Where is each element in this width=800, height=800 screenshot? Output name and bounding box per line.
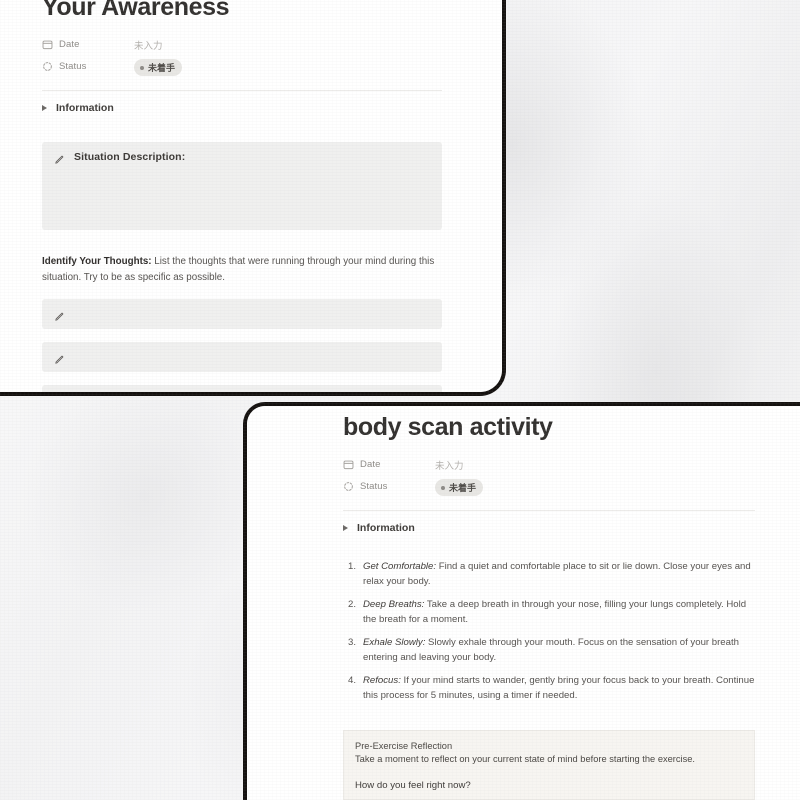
property-name-date: Date: [59, 39, 80, 50]
window-content-area: body scan activity Date 未入力 Status 未着手 I…: [247, 406, 800, 800]
loader-icon: [343, 481, 354, 492]
list-item-term: Refocus:: [363, 675, 401, 687]
window-body-scan-activity[interactable]: body scan activity Date 未入力 Status 未着手 I…: [243, 402, 800, 800]
list-item-text: Refocus: If your mind starts to wander, …: [363, 674, 755, 703]
property-value-date[interactable]: 未入力: [435, 458, 464, 472]
property-name-date: Date: [360, 459, 381, 470]
table-header-title: Pre-Exercise Reflection: [355, 740, 453, 751]
property-row-status[interactable]: Status 未着手: [42, 56, 442, 77]
situation-description-label: Situation Description:: [74, 151, 186, 163]
calendar-icon: [42, 39, 53, 50]
page-body-scan-activity: body scan activity Date 未入力 Status 未着手 I…: [343, 414, 755, 800]
pencil-icon: [54, 152, 65, 164]
thought-input-2[interactable]: [42, 341, 442, 372]
desktop-wallpaper: Your Awareness Date 未入力 Status 未着手 Infor…: [0, 0, 800, 800]
thought-input-1[interactable]: [42, 298, 442, 329]
toggle-information[interactable]: Information: [343, 522, 755, 534]
table-header-question: How do you feel right now?: [355, 779, 471, 791]
status-badge[interactable]: 未着手: [435, 477, 484, 497]
property-row-status[interactable]: Status 未着手: [343, 476, 755, 497]
window-your-awareness[interactable]: Your Awareness Date 未入力 Status 未着手 Infor…: [0, 0, 506, 396]
list-item: 2. Deep Breaths: Take a deep breath in t…: [343, 598, 755, 627]
list-item-number: 4.: [347, 675, 356, 687]
loader-icon: [42, 61, 53, 72]
status-badge-label: 未着手: [148, 63, 176, 74]
property-label-status: Status: [343, 481, 435, 492]
pre-exercise-reflection-table: Pre-Exercise Reflection Take a moment to…: [343, 729, 755, 800]
status-badge-label: 未着手: [449, 483, 477, 494]
identify-thoughts-paragraph: Identify Your Thoughts: List the thought…: [42, 254, 442, 286]
list-item-term: Deep Breaths:: [363, 599, 425, 611]
instruction-list: 1. Get Comfortable: Find a quiet and com…: [343, 560, 755, 704]
identify-thoughts-heading: Identify Your Thoughts:: [42, 256, 152, 267]
list-item-text: Get Comfortable: Find a quiet and comfor…: [363, 560, 755, 589]
page-title: Your Awareness: [42, 0, 230, 21]
property-label-date: Date: [42, 39, 134, 50]
pencil-icon: [54, 395, 65, 396]
list-item: 3. Exhale Slowly: Slowly exhale through …: [343, 636, 755, 665]
property-label-status: Status: [42, 61, 134, 72]
window-content-area: Your Awareness Date 未入力 Status 未着手 Infor…: [0, 0, 502, 392]
property-row-date[interactable]: Date 未入力: [343, 454, 755, 475]
list-item-text: Deep Breaths: Take a deep breath in thro…: [363, 598, 755, 627]
section-divider: [343, 510, 755, 511]
thought-input-3[interactable]: [42, 384, 442, 396]
property-name-status: Status: [59, 61, 87, 72]
toggle-information-label: Information: [56, 102, 114, 114]
status-dot-icon: [140, 65, 144, 70]
list-item-term: Get Comfortable:: [363, 561, 437, 572]
list-item-number: 3.: [347, 637, 356, 649]
status-dot-icon: [441, 485, 445, 490]
pencil-icon: [54, 352, 65, 364]
list-item: 1. Get Comfortable: Find a quiet and com…: [343, 560, 755, 589]
list-item-number: 2.: [347, 599, 356, 611]
list-item-text: Exhale Slowly: Slowly exhale through you…: [363, 636, 755, 665]
triangle-right-icon[interactable]: [343, 525, 348, 531]
page-your-awareness: Your Awareness Date 未入力 Status 未着手 Infor…: [42, 0, 442, 396]
section-divider: [42, 90, 442, 91]
property-name-status: Status: [360, 481, 388, 492]
list-item-term: Exhale Slowly:: [363, 637, 426, 649]
list-item: 4. Refocus: If your mind starts to wande…: [343, 674, 755, 703]
calendar-icon: [343, 459, 354, 470]
pencil-icon: [54, 309, 65, 321]
table-header-subtitle: Take a moment to reflect on your current…: [355, 754, 696, 765]
toggle-information-label: Information: [357, 522, 415, 534]
property-row-date[interactable]: Date 未入力: [42, 34, 442, 55]
property-label-date: Date: [343, 459, 435, 470]
table-header: Pre-Exercise Reflection Take a moment to…: [344, 730, 754, 800]
toggle-information[interactable]: Information: [42, 102, 442, 114]
list-item-number: 1.: [347, 561, 356, 572]
situation-description-block[interactable]: Situation Description:: [42, 142, 442, 230]
list-item-body: If your mind starts to wander, gently br…: [363, 675, 755, 702]
page-title: body scan activity: [343, 413, 553, 441]
status-badge[interactable]: 未着手: [134, 57, 183, 77]
triangle-right-icon[interactable]: [42, 105, 47, 111]
property-value-date[interactable]: 未入力: [134, 38, 163, 52]
